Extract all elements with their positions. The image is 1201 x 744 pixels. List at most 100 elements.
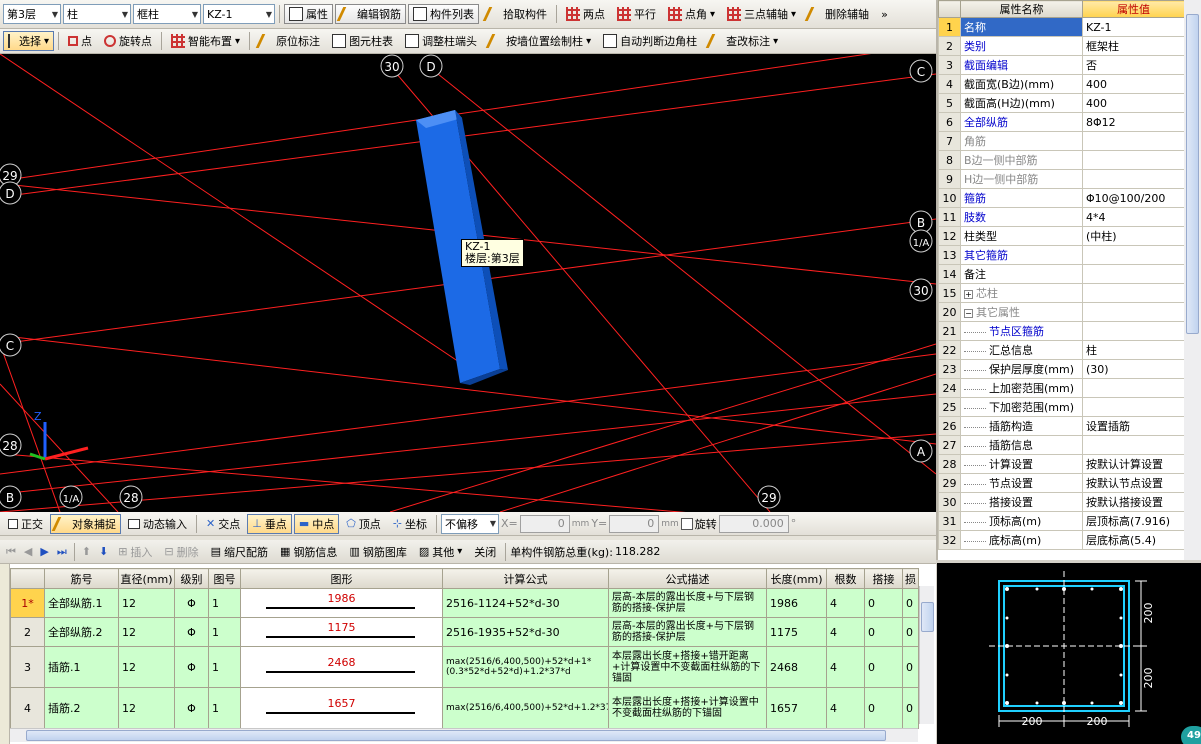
axis-marker[interactable]: D: [419, 54, 443, 78]
axis-marker[interactable]: B: [0, 485, 22, 509]
offset-select[interactable]: 不偏移 ▼: [441, 513, 499, 534]
property-name[interactable]: 箍筋: [960, 188, 1083, 208]
rebar-shape[interactable]: 1986: [240, 588, 443, 618]
rebar-lap[interactable]: 0: [864, 588, 903, 618]
axis-marker[interactable]: 28: [0, 433, 22, 457]
property-row[interactable]: 26 插筋构造 设置插筋: [938, 416, 1185, 436]
property-name[interactable]: 上加密范围(mm): [960, 378, 1083, 398]
move-down-icon[interactable]: ⬇: [96, 545, 111, 558]
axis-marker[interactable]: 1/A: [909, 229, 933, 253]
property-name[interactable]: 保护层厚度(mm): [960, 359, 1083, 379]
rebar-lap[interactable]: 0: [864, 646, 903, 688]
rebar-header[interactable]: 根数: [826, 568, 865, 589]
inplace-annotation-button[interactable]: 原位标注: [254, 31, 325, 51]
axis-marker[interactable]: D: [0, 181, 22, 205]
properties-button[interactable]: 属性: [284, 4, 333, 24]
rotate-input[interactable]: 0.000: [718, 514, 789, 533]
property-name[interactable]: + 芯柱: [960, 283, 1083, 303]
rebar-figure[interactable]: 1: [208, 687, 241, 729]
property-row[interactable]: 25 下加密范围(mm): [938, 397, 1185, 417]
floor-select[interactable]: 第3层 ▼: [3, 4, 61, 24]
rebar-diameter[interactable]: 12: [118, 617, 175, 647]
property-value[interactable]: (中柱): [1082, 226, 1185, 246]
property-value[interactable]: 设置插筋: [1082, 416, 1185, 436]
coordinate-button[interactable]: ⊹ 坐标: [388, 514, 432, 534]
property-value[interactable]: 400: [1082, 93, 1185, 113]
property-row[interactable]: 7 角筋: [938, 131, 1185, 151]
rebar-name[interactable]: 全部纵筋.2: [44, 617, 119, 647]
intersection-button[interactable]: ✕ 交点: [201, 514, 245, 534]
table-row[interactable]: 4 插筋.2 12 Φ 1 1657 max(2516/6,400,500)+5…: [10, 687, 919, 729]
rebar-header[interactable]: 级别: [174, 568, 209, 589]
property-row[interactable]: 15 + 芯柱: [938, 283, 1185, 303]
rebar-header[interactable]: 公式描述: [608, 568, 767, 589]
last-record-icon[interactable]: ⏭: [54, 545, 70, 559]
property-name[interactable]: 汇总信息: [960, 340, 1083, 360]
property-row[interactable]: 28 计算设置 按默认计算设置: [938, 454, 1185, 474]
rebar-loss[interactable]: 0: [902, 588, 919, 618]
rebar-library-button[interactable]: ▥ 钢筋图库: [344, 542, 411, 562]
rebar-shape[interactable]: 2468: [240, 646, 443, 688]
edit-rebar-button[interactable]: 编辑钢筋: [335, 4, 406, 24]
close-button[interactable]: 关闭: [469, 542, 501, 562]
rebar-formula[interactable]: max(2516/6,400,500)+52*d+1.2*37*d: [442, 687, 609, 729]
scroll-thumb[interactable]: [1186, 14, 1199, 334]
pick-component-button[interactable]: 拾取构件: [481, 4, 552, 24]
status-badge[interactable]: 49: [1181, 726, 1201, 744]
property-name[interactable]: 节点区箍筋: [960, 321, 1083, 341]
property-name[interactable]: 插筋构造: [960, 416, 1083, 436]
property-value[interactable]: [1082, 435, 1185, 455]
property-row[interactable]: 22 汇总信息 柱: [938, 340, 1185, 360]
parallel-button[interactable]: 平行: [612, 4, 661, 24]
property-name[interactable]: 截面编辑: [960, 55, 1083, 75]
rebar-header[interactable]: 图形: [240, 568, 443, 589]
rebar-name[interactable]: 插筋.1: [44, 646, 119, 688]
property-value[interactable]: [1082, 150, 1185, 170]
property-value[interactable]: KZ-1: [1082, 17, 1185, 37]
rebar-shape[interactable]: 1175: [240, 617, 443, 647]
check-annotation-button[interactable]: 查改标注 ▾: [704, 31, 783, 51]
rebar-figure[interactable]: 1: [208, 617, 241, 647]
property-value[interactable]: [1082, 302, 1185, 322]
drawing-viewport[interactable]: 30 D C 29 D B 1/A 30 C 28 A B 1/A 28 29: [0, 54, 936, 512]
axis-marker[interactable]: C: [0, 333, 22, 357]
property-row[interactable]: 23 保护层厚度(mm) (30): [938, 359, 1185, 379]
property-value[interactable]: 8Φ12: [1082, 112, 1185, 132]
property-row[interactable]: 5 截面高(H边)(mm) 400: [938, 93, 1185, 113]
rebar-header[interactable]: 搭接: [864, 568, 903, 589]
property-value[interactable]: 4*4: [1082, 207, 1185, 227]
axis-marker[interactable]: 1/A: [59, 485, 83, 509]
row-index[interactable]: 2: [10, 617, 45, 647]
property-row[interactable]: 30 搭接设置 按默认搭接设置: [938, 492, 1185, 512]
rotate-point-button[interactable]: 旋转点: [99, 31, 157, 51]
rebar-loss[interactable]: 0: [902, 617, 919, 647]
rebar-lap[interactable]: 0: [864, 687, 903, 729]
point-button[interactable]: 点: [63, 31, 97, 51]
rebar-shape[interactable]: 1657: [240, 687, 443, 729]
delete-button[interactable]: ⊟ 删除: [159, 542, 203, 562]
property-name[interactable]: 截面高(H边)(mm): [960, 93, 1083, 113]
scroll-thumb[interactable]: [26, 730, 886, 741]
property-name[interactable]: 备注: [960, 264, 1083, 284]
rebar-length[interactable]: 2468: [766, 646, 827, 688]
y-input[interactable]: 0: [609, 514, 660, 533]
rebar-figure[interactable]: 1: [208, 588, 241, 618]
rebar-diameter[interactable]: 12: [118, 646, 175, 688]
prev-record-icon[interactable]: ◀: [21, 545, 35, 558]
scroll-thumb[interactable]: [921, 602, 934, 632]
axis-marker[interactable]: 28: [119, 485, 143, 509]
auto-corner-button[interactable]: 自动判断边角柱: [598, 31, 702, 51]
axis-marker[interactable]: 29: [757, 485, 781, 509]
property-name[interactable]: 全部纵筋: [960, 112, 1083, 132]
column-table-button[interactable]: 图元柱表: [327, 31, 398, 51]
property-name[interactable]: 下加密范围(mm): [960, 397, 1083, 417]
property-row[interactable]: 2 类别 框架柱: [938, 36, 1185, 56]
first-record-icon[interactable]: ⏮: [3, 545, 19, 559]
select-button[interactable]: 选择 ▾: [3, 31, 55, 51]
property-row[interactable]: 3 截面编辑 否: [938, 55, 1185, 75]
property-name[interactable]: B边一侧中部筋: [960, 150, 1083, 170]
property-row[interactable]: 24 上加密范围(mm): [938, 378, 1185, 398]
point-angle-button[interactable]: 点角 ▾: [663, 4, 720, 24]
property-name[interactable]: 柱类型: [960, 226, 1083, 246]
property-value[interactable]: Φ10@100/200: [1082, 188, 1185, 208]
